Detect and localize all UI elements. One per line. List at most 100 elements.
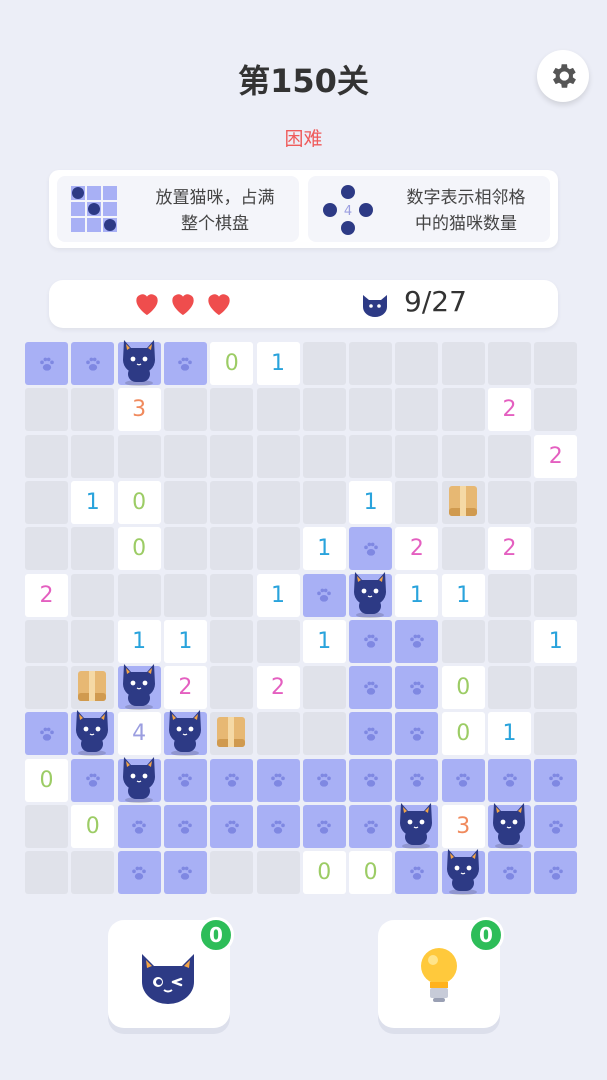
board-cell-number[interactable]: 2 [488, 388, 531, 432]
board-cell-number[interactable]: 2 [25, 573, 68, 617]
board-cell-unrevealed[interactable] [71, 851, 115, 895]
board-cell-filled[interactable] [349, 666, 393, 710]
board-cell-filled[interactable] [395, 712, 439, 756]
board-cell-unrevealed[interactable] [210, 480, 254, 524]
board-cell-unrevealed[interactable] [395, 342, 439, 385]
board-cell-unrevealed[interactable] [71, 388, 115, 432]
board-cell-number[interactable]: 1 [349, 480, 393, 524]
board-cell-unrevealed[interactable] [395, 388, 439, 432]
board-cell-number[interactable]: 3 [441, 805, 485, 848]
board-cell-unrevealed[interactable] [25, 434, 68, 478]
board-cell-unrevealed[interactable] [256, 388, 300, 432]
board-cell-filled[interactable] [302, 573, 346, 617]
board-cell-unrevealed[interactable] [163, 480, 207, 524]
board-cell-number[interactable]: 0 [210, 342, 254, 385]
bulb-hint-button[interactable]: 0 [378, 917, 504, 1028]
board-cell-number[interactable]: 1 [534, 619, 578, 663]
board-cell-filled[interactable] [349, 805, 393, 848]
board-cell-unrevealed[interactable] [488, 434, 531, 478]
board-cell-number[interactable]: 3 [117, 388, 161, 432]
board-cell-filled[interactable] [71, 342, 115, 385]
board-cell-filled[interactable] [349, 758, 393, 802]
board-cell-unrevealed[interactable] [25, 388, 68, 432]
board-cell-unrevealed[interactable] [210, 666, 254, 710]
board-cell-unrevealed[interactable] [117, 573, 161, 617]
board-cell-unrevealed[interactable] [302, 434, 346, 478]
board-cell-number[interactable]: 4 [117, 712, 161, 756]
board-cell-unrevealed[interactable] [534, 666, 578, 710]
board-cell-filled[interactable] [488, 805, 531, 848]
board-cell-unrevealed[interactable] [395, 480, 439, 524]
board-cell-filled[interactable] [395, 666, 439, 710]
board-cell-number[interactable]: 1 [71, 480, 115, 524]
board-cell-unrevealed[interactable] [210, 434, 254, 478]
board-cell-unrevealed[interactable] [25, 805, 68, 848]
board-cell-unrevealed[interactable] [302, 712, 346, 756]
board-cell-unrevealed[interactable] [302, 480, 346, 524]
board-cell-unrevealed[interactable] [163, 434, 207, 478]
board-cell-filled[interactable] [488, 758, 531, 802]
board-cell-filled[interactable] [163, 342, 207, 385]
board-cell-filled[interactable] [488, 851, 531, 895]
board-cell-filled[interactable] [349, 712, 393, 756]
board-cell-filled[interactable] [534, 758, 578, 802]
board-cell-unrevealed[interactable] [395, 434, 439, 478]
board-cell-unrevealed[interactable] [117, 434, 161, 478]
board-cell-unrevealed[interactable] [256, 851, 300, 895]
board-cell-unrevealed[interactable] [441, 388, 485, 432]
board-cell-filled[interactable] [302, 758, 346, 802]
board-cell-unrevealed[interactable] [25, 480, 68, 524]
board-cell-filled[interactable] [71, 758, 115, 802]
board-cell-number[interactable]: 1 [395, 573, 439, 617]
board-cell-number[interactable]: 1 [302, 619, 346, 663]
board-cell-filled[interactable] [117, 342, 161, 385]
board-cell-unrevealed[interactable] [256, 434, 300, 478]
board-cell-filled[interactable] [395, 619, 439, 663]
board-cell-number[interactable]: 2 [256, 666, 300, 710]
board-cell-unrevealed[interactable] [349, 388, 393, 432]
board-cell-unrevealed[interactable] [210, 527, 254, 571]
board-cell-unrevealed[interactable] [71, 573, 115, 617]
board-cell-unrevealed[interactable] [534, 480, 578, 524]
board-cell-number[interactable]: 0 [349, 851, 393, 895]
board-cell-filled[interactable] [534, 851, 578, 895]
board-cell-unrevealed[interactable] [256, 527, 300, 571]
board-cell-unrevealed[interactable] [349, 434, 393, 478]
board-cell-unrevealed[interactable] [441, 342, 485, 385]
board-cell-number[interactable]: 2 [395, 527, 439, 571]
board-cell-number[interactable]: 1 [117, 619, 161, 663]
board-cell-unrevealed[interactable] [488, 480, 531, 524]
settings-button[interactable] [537, 50, 589, 102]
board-cell-number[interactable]: 0 [117, 527, 161, 571]
board-cell-number[interactable]: 1 [441, 573, 485, 617]
board-cell-unrevealed[interactable] [534, 527, 578, 571]
board-cell-number[interactable]: 1 [488, 712, 531, 756]
board-cell-unrevealed[interactable] [25, 851, 68, 895]
board-cell-filled[interactable] [25, 342, 68, 385]
board-cell-unrevealed[interactable] [488, 619, 531, 663]
board-cell-filled[interactable] [302, 805, 346, 848]
board-cell-filled[interactable] [349, 619, 393, 663]
board-cell-unrevealed[interactable] [256, 619, 300, 663]
board-cell-unrevealed[interactable] [441, 619, 485, 663]
board-cell-unrevealed[interactable] [210, 712, 254, 756]
board-cell-filled[interactable] [163, 758, 207, 802]
board-cell-filled[interactable] [117, 805, 161, 848]
board-cell-unrevealed[interactable] [25, 619, 68, 663]
board-cell-unrevealed[interactable] [534, 388, 578, 432]
board-cell-filled[interactable] [163, 712, 207, 756]
board-cell-unrevealed[interactable] [25, 666, 68, 710]
board-cell-filled[interactable] [25, 712, 68, 756]
board-cell-unrevealed[interactable] [163, 573, 207, 617]
board-cell-number[interactable]: 0 [117, 480, 161, 524]
board-cell-filled[interactable] [441, 758, 485, 802]
board-cell-number[interactable]: 0 [441, 712, 485, 756]
board-cell-filled[interactable] [71, 712, 115, 756]
board-cell-unrevealed[interactable] [71, 619, 115, 663]
board-cell-filled[interactable] [441, 851, 485, 895]
board-cell-unrevealed[interactable] [256, 480, 300, 524]
board-cell-unrevealed[interactable] [256, 712, 300, 756]
board-cell-unrevealed[interactable] [163, 388, 207, 432]
board-cell-filled[interactable] [534, 805, 578, 848]
board-cell-filled[interactable] [349, 527, 393, 571]
